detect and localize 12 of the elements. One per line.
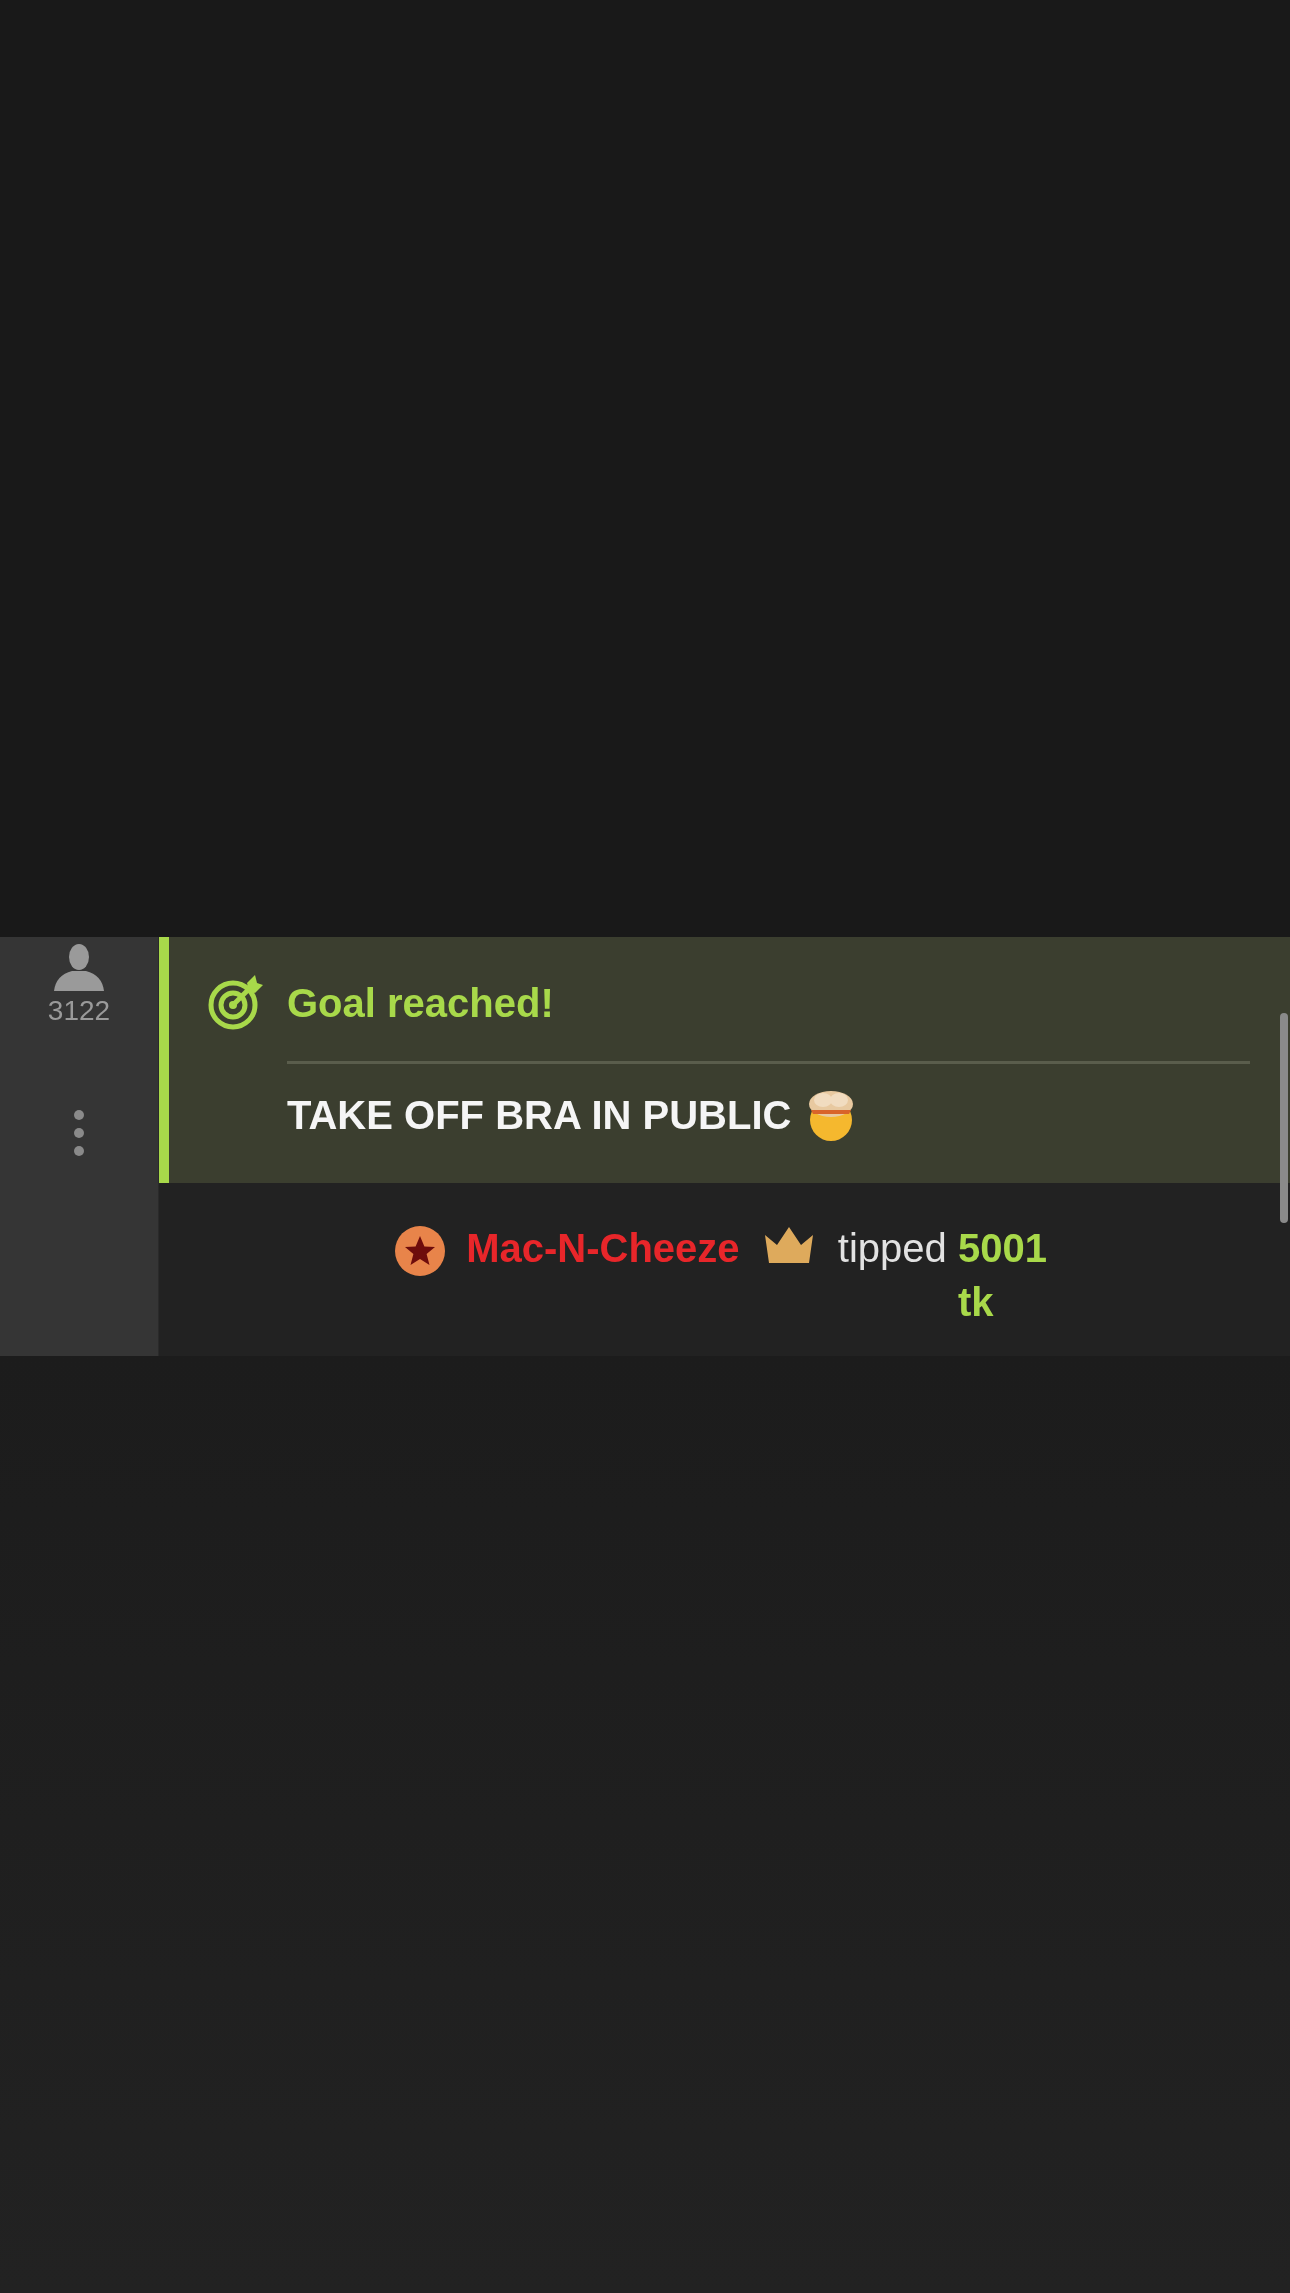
scrollbar[interactable] [1280,1013,1288,1223]
username[interactable]: Mac-N-Cheeze [466,1226,740,1270]
viewer-count: 3122 [47,995,111,1027]
crown-icon [764,1227,813,1264]
more-options-icon[interactable] [73,1109,85,1157]
target-icon [207,975,263,1031]
star-badge-icon [395,1226,446,1277]
tip-amount: 5001 tk [957,1225,1048,1326]
tip-action: tipped [837,1226,947,1270]
user-icon [54,943,104,991]
goal-text: TAKE OFF BRA IN PUBLIC [287,1092,792,1138]
goal-title: Goal reached! [287,980,554,1026]
